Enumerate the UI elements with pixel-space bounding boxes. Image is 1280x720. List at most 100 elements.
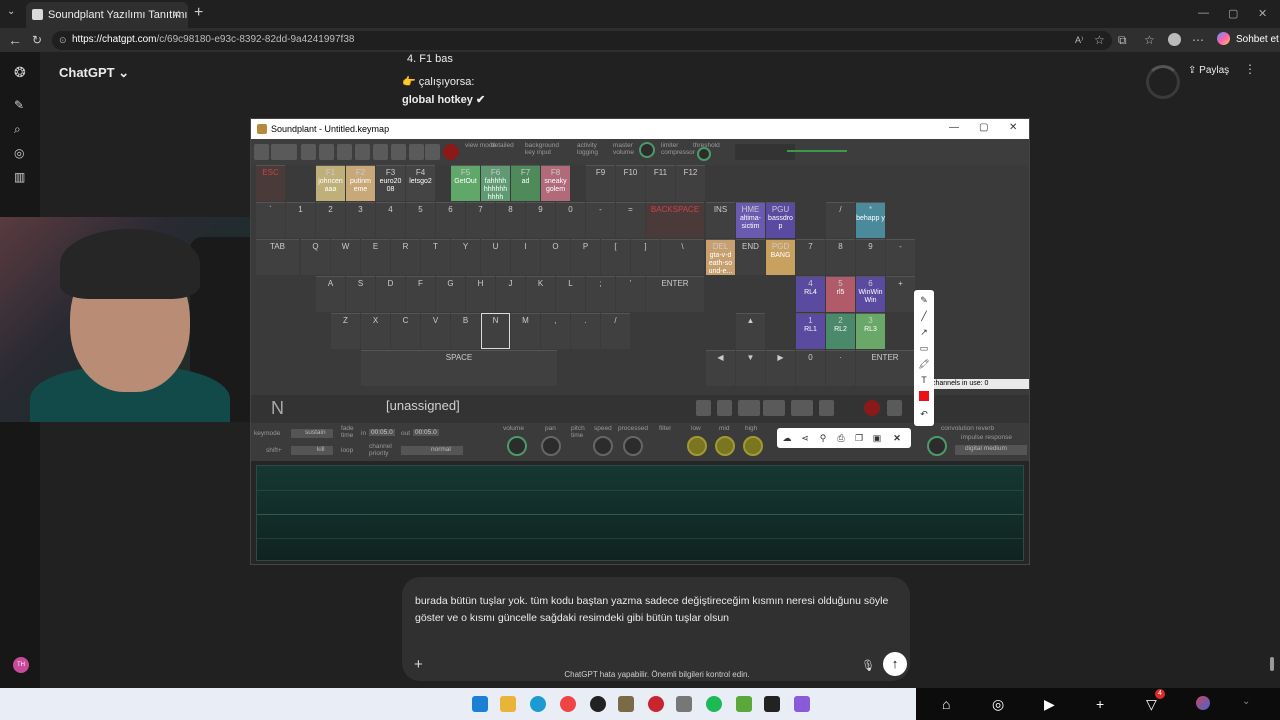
detailed-label[interactable]: detailed — [491, 142, 514, 149]
browser-tab[interactable]: Soundplant Yazılımı Tanıtımı ✕ — [26, 2, 188, 28]
activity-logging-label[interactable]: activity logging — [577, 142, 603, 156]
key-7[interactable]: 7 — [796, 239, 825, 275]
model-selector[interactable]: ChatGPT ⌄ — [59, 65, 129, 81]
key-f5[interactable]: F5 GetOut — [451, 165, 480, 201]
priority-select[interactable]: normal — [401, 446, 463, 455]
volume-knob[interactable] — [507, 436, 527, 456]
key--45[interactable]: \ — [661, 239, 704, 275]
more-icon[interactable]: ⋯ — [1192, 33, 1204, 47]
key--30[interactable]: / — [826, 202, 855, 238]
upload-icon[interactable]: ☁ — [781, 432, 793, 444]
home-icon[interactable]: ⌂ — [942, 696, 950, 712]
key--31[interactable]: * behapp y — [856, 202, 885, 238]
key-o[interactable]: O — [541, 239, 570, 275]
record-button[interactable] — [443, 144, 459, 160]
arrow-icon[interactable]: ↗ — [918, 326, 930, 338]
chrome-icon[interactable] — [560, 696, 576, 712]
key--84[interactable]: ◀ — [706, 350, 735, 386]
waveform-display[interactable] — [256, 465, 1024, 561]
key-z[interactable]: Z — [331, 313, 360, 349]
key--76[interactable]: , — [541, 313, 570, 349]
key-h[interactable]: H — [466, 276, 495, 312]
copilot-chat-label[interactable]: Sohbet et — [1236, 34, 1279, 45]
key-k[interactable]: K — [526, 276, 555, 312]
rectangle-icon[interactable]: ▭ — [918, 342, 930, 354]
key-hme[interactable]: HME altima-sictim — [736, 202, 765, 238]
pencil-icon[interactable]: ✎ — [918, 294, 930, 306]
trash-icon[interactable] — [717, 400, 732, 416]
print-icon[interactable]: ⎙ — [835, 432, 847, 444]
back-arrow-icon[interactable]: ← — [8, 32, 22, 48]
key-f3[interactable]: F3 euro20 08 — [376, 165, 405, 201]
key-y[interactable]: Y — [451, 239, 480, 275]
key-1[interactable]: 1 — [286, 202, 315, 238]
share-button[interactable]: ⇪ Paylaş — [1188, 65, 1229, 76]
undo-icon[interactable]: ↶ — [918, 408, 930, 420]
obs-icon[interactable] — [590, 696, 606, 712]
new-keymap-icon[interactable] — [254, 144, 269, 160]
key-i[interactable]: I — [511, 239, 540, 275]
key--43[interactable]: [ — [601, 239, 630, 275]
tab-close-icon[interactable]: ✕ — [172, 8, 181, 21]
key-f6[interactable]: F6 fahhhh hhhhhh hhhh — [481, 165, 510, 201]
text-icon[interactable]: T — [918, 374, 930, 386]
key-pgu[interactable]: PGU bassdro p — [766, 202, 795, 238]
key-tab[interactable]: TAB — [256, 239, 299, 275]
key-n[interactable]: N — [481, 313, 510, 349]
key-8[interactable]: 8 — [826, 239, 855, 275]
key-f1[interactable]: F1 johncen aaa — [316, 165, 345, 201]
search-icon[interactable]: ⌕ — [14, 122, 21, 137]
line-icon[interactable]: ╱ — [918, 310, 930, 322]
favorite-star-icon[interactable]: ☆ — [1094, 33, 1105, 47]
copy-icon[interactable]: ❐ — [853, 432, 865, 444]
save-key-icon[interactable] — [887, 400, 902, 416]
speed-knob[interactable] — [593, 436, 613, 456]
key-space[interactable]: SPACE — [361, 350, 557, 386]
key-pgd[interactable]: PGD BANG — [766, 239, 795, 275]
save-keymap-icon[interactable] — [301, 144, 316, 160]
sp-minimize-button[interactable]: — — [949, 122, 959, 133]
key--52[interactable]: - — [886, 239, 915, 275]
marker-icon[interactable]: 🖍 — [918, 358, 930, 370]
key-6[interactable]: 6 — [436, 202, 465, 238]
key-f7[interactable]: F7 ad — [511, 165, 540, 201]
fade-out-value[interactable]: 00:05.0 — [413, 429, 439, 436]
library-tool-icon[interactable] — [391, 144, 406, 160]
key-2[interactable]: 2 — [316, 202, 345, 238]
key--79[interactable]: ▲ — [736, 313, 765, 349]
terminal-icon[interactable] — [764, 696, 780, 712]
key--24[interactable]: - — [586, 202, 615, 238]
filter-icon[interactable]: ▽ — [1146, 696, 1157, 713]
loop-toggle[interactable]: loop — [341, 447, 353, 454]
key-f4[interactable]: F4 letsgo2 — [406, 165, 435, 201]
master-volume-knob[interactable] — [639, 142, 655, 158]
key-2[interactable]: 2 RL2 — [826, 313, 855, 349]
key-record-icon[interactable] — [864, 400, 880, 416]
undo-tool-icon[interactable] — [337, 144, 352, 160]
minimize-button[interactable]: — — [1198, 7, 1209, 19]
key-9[interactable]: 9 — [856, 239, 885, 275]
key-m[interactable]: M — [511, 313, 540, 349]
key--25[interactable]: = — [616, 202, 645, 238]
key-d[interactable]: D — [376, 276, 405, 312]
sp-close-button[interactable]: ✕ — [1009, 122, 1017, 133]
shift-select[interactable]: kill — [291, 446, 333, 455]
key-f2[interactable]: F2 putinm eme — [346, 165, 375, 201]
link-icon[interactable] — [791, 400, 813, 416]
key-esc[interactable]: ESC — [256, 165, 285, 201]
film-icon[interactable] — [819, 400, 834, 416]
key-9[interactable]: 9 — [526, 202, 555, 238]
close-icon[interactable]: ✕ — [891, 432, 903, 444]
key--85[interactable]: ▼ — [736, 350, 765, 386]
key-c[interactable]: C — [391, 313, 420, 349]
add-icon[interactable]: + — [1096, 696, 1104, 712]
key-p[interactable]: P — [571, 239, 600, 275]
key-enter[interactable]: ENTER — [646, 276, 704, 312]
impulse-select[interactable]: digital medium — [955, 445, 1027, 455]
folder-icon[interactable] — [696, 400, 711, 416]
background-key-input-label[interactable]: background key input — [525, 142, 567, 156]
key-e[interactable]: E — [361, 239, 390, 275]
key-x[interactable]: X — [361, 313, 390, 349]
processed-knob[interactable] — [623, 436, 643, 456]
save-as-icon[interactable] — [319, 144, 334, 160]
